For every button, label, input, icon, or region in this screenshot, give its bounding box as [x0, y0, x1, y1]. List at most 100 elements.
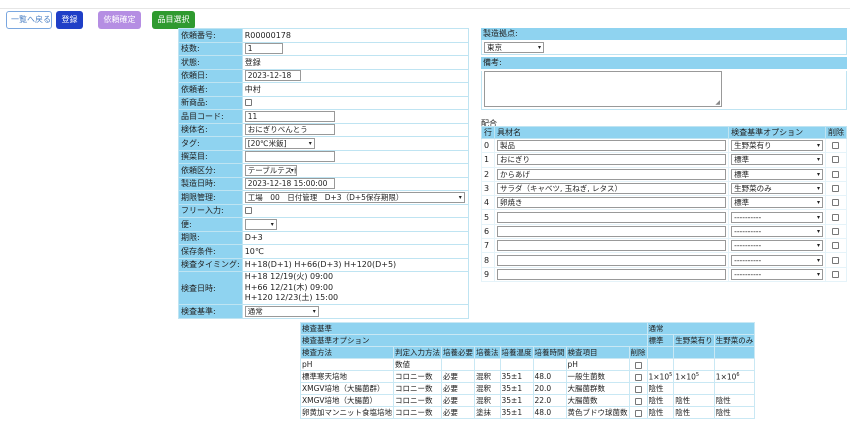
haigo-row: 7 ---------- ▾ [481, 238, 848, 254]
insp-header: 削除 [628, 346, 648, 359]
delete-checkbox[interactable] [832, 270, 840, 278]
delete-checkbox[interactable] [832, 242, 840, 250]
item-code-input[interactable]: 11 [244, 110, 335, 122]
insp-culture-time [532, 358, 567, 371]
item-code-label: 品目コード: [178, 109, 243, 124]
insp-delete-checkbox[interactable] [634, 385, 642, 393]
ingredient-name-input[interactable] [497, 225, 727, 237]
inspection-option-select[interactable]: ---------- ▾ [731, 268, 823, 280]
inspection-option-select[interactable]: 生野菜のみ ▾ [731, 183, 823, 195]
inspection-row: pH 数値 pH [300, 358, 756, 371]
resize-grip-icon[interactable]: ◢ [715, 99, 720, 106]
ingredient-name-input[interactable]: 卵焼き [497, 197, 727, 209]
delete-checkbox[interactable] [832, 227, 840, 235]
insp-opt-col: 標準 [646, 334, 675, 347]
remarks-label: 備考: [481, 57, 847, 69]
inspection-option-select[interactable]: 標準 ▾ [731, 168, 823, 180]
insp-value-raw-veg: 陰性 [673, 406, 715, 419]
ingredient-name-input[interactable]: 製品 [497, 140, 727, 152]
request-date-input[interactable]: 2023-12-18 [244, 70, 301, 82]
chevron-down-icon: ▾ [816, 256, 820, 264]
remarks-textarea[interactable]: ◢ [484, 71, 722, 107]
insp-culture-need: 必要 [441, 394, 475, 407]
inspection-option-select[interactable]: ---------- ▾ [731, 240, 823, 252]
inspection-option-select[interactable]: ---------- ▾ [731, 225, 823, 237]
insp-value-raw-veg [673, 358, 715, 371]
inspection-option-select[interactable]: ---------- ▾ [731, 254, 823, 266]
free-input-checkbox[interactable] [244, 207, 252, 215]
standard-select[interactable]: 通常 ▾ [244, 305, 319, 317]
inspection-option-select[interactable]: ---------- ▾ [731, 211, 823, 223]
haigo-header-delete: 削除 [824, 126, 848, 139]
tag-select[interactable]: [20℃米飯] ▾ [244, 137, 315, 149]
register-button[interactable]: 登録 [56, 11, 83, 29]
delete-checkbox[interactable] [832, 199, 840, 207]
insp-delete-checkbox[interactable] [634, 397, 642, 405]
chevron-down-icon: ▾ [312, 307, 316, 315]
insp-item: 大腸菌数 [565, 394, 630, 407]
ingredient-name-input[interactable] [497, 268, 727, 280]
ingredient-name-input[interactable]: おにぎり [497, 154, 727, 166]
back-to-list-button[interactable]: 一覧へ戻る [6, 11, 52, 29]
insp-input-method: コロニー数 [393, 382, 442, 395]
haigo-row-idx: 7 [481, 238, 495, 254]
row-standard: 検査基準: 通常 ▾ [178, 304, 470, 319]
inspection-row: 卵黄加マンニット食塩培地 コロニー数 必要 塗抹 35±1 48.0 黄色ブドウ球菌数 陰性陰… [300, 406, 756, 419]
convenience-select[interactable]: ▾ [244, 218, 277, 230]
delete-checkbox[interactable] [832, 170, 840, 178]
insp-delete-checkbox[interactable] [634, 361, 642, 369]
insp-culture-temp [499, 358, 534, 371]
sample-name-label: 検体名: [178, 122, 243, 137]
insp-value-standard: 陰性 [646, 406, 675, 419]
free-input-label: フリー入力: [178, 203, 243, 218]
insp-header: 判定入力方法 [393, 346, 442, 359]
insp-method: 標準寒天培地 [300, 370, 394, 383]
deadline-label: 期限管理: [178, 190, 243, 205]
note-input[interactable] [244, 151, 335, 163]
deadline-select[interactable]: 工場 00 日付管理 D+3（D+5保存期限） ▾ [244, 191, 465, 203]
site-select[interactable]: 東京 ▾ [484, 42, 544, 53]
insp-delete-checkbox[interactable] [634, 373, 642, 381]
sample-name-input[interactable]: おにぎりべんとう [244, 124, 335, 136]
row-inspect-datetime: 検査日時: H+18 12/19(火) 09:00 H+66 12/21(木) … [178, 271, 470, 305]
chevron-down-icon: ▾ [816, 199, 820, 207]
count-input[interactable]: 1 [244, 43, 283, 55]
chevron-down-icon: ▾ [458, 193, 462, 201]
haigo-row: 6 ---------- ▾ [481, 223, 848, 240]
ingredient-name-input[interactable] [497, 254, 727, 266]
exponent: 5 [669, 371, 673, 378]
haigo-header-idx: 行 [481, 126, 495, 139]
ingredient-name-input[interactable] [497, 211, 727, 223]
ingredient-name-input[interactable]: サラダ（キャベツ, 玉ねぎ, レタス） [497, 183, 727, 195]
chevron-down-icon: ▾ [816, 242, 820, 250]
inspection-option-select[interactable]: 生野菜有り ▾ [731, 140, 823, 152]
convenience-label: 便: [178, 217, 243, 232]
insp-culture-time: 48.0 [532, 406, 567, 419]
delete-checkbox[interactable] [832, 256, 840, 264]
category-select[interactable]: テーブルテスト ▾ [244, 164, 297, 176]
mfg-datetime-input[interactable]: 2023-12-18 15:00:00 [244, 178, 335, 190]
inspection-option-select[interactable]: 標準 ▾ [731, 197, 823, 209]
insp-input-method: コロニー数 [393, 370, 442, 383]
insp-value-raw-veg-only [713, 358, 756, 371]
delete-checkbox[interactable] [832, 142, 840, 150]
remarks-panel: 備考: ◢ [481, 57, 847, 110]
ingredient-name-input[interactable]: からあげ [497, 168, 727, 180]
insp-header: 培養必要 [441, 346, 475, 359]
delete-checkbox[interactable] [832, 213, 840, 221]
delete-checkbox[interactable] [832, 185, 840, 193]
haigo-row-idx: 6 [481, 223, 495, 240]
ingredient-name-input[interactable] [497, 240, 727, 252]
confirm-request-button[interactable]: 依頼確定 [98, 11, 141, 29]
insp-delete-checkbox[interactable] [634, 409, 642, 417]
inspection-option-select[interactable]: 標準 ▾ [731, 154, 823, 166]
insp-value-standard [646, 358, 675, 371]
request-no-value: R00000178 [241, 28, 470, 43]
new-product-checkbox[interactable] [244, 99, 252, 107]
period-label: 期限: [178, 230, 243, 245]
insp-input-method: コロニー数 [393, 406, 442, 419]
delete-checkbox[interactable] [832, 156, 840, 164]
chevron-down-icon: ▾ [290, 166, 294, 174]
insp-input-method: 数値 [393, 358, 442, 371]
select-item-button[interactable]: 品目選択 [152, 11, 195, 29]
